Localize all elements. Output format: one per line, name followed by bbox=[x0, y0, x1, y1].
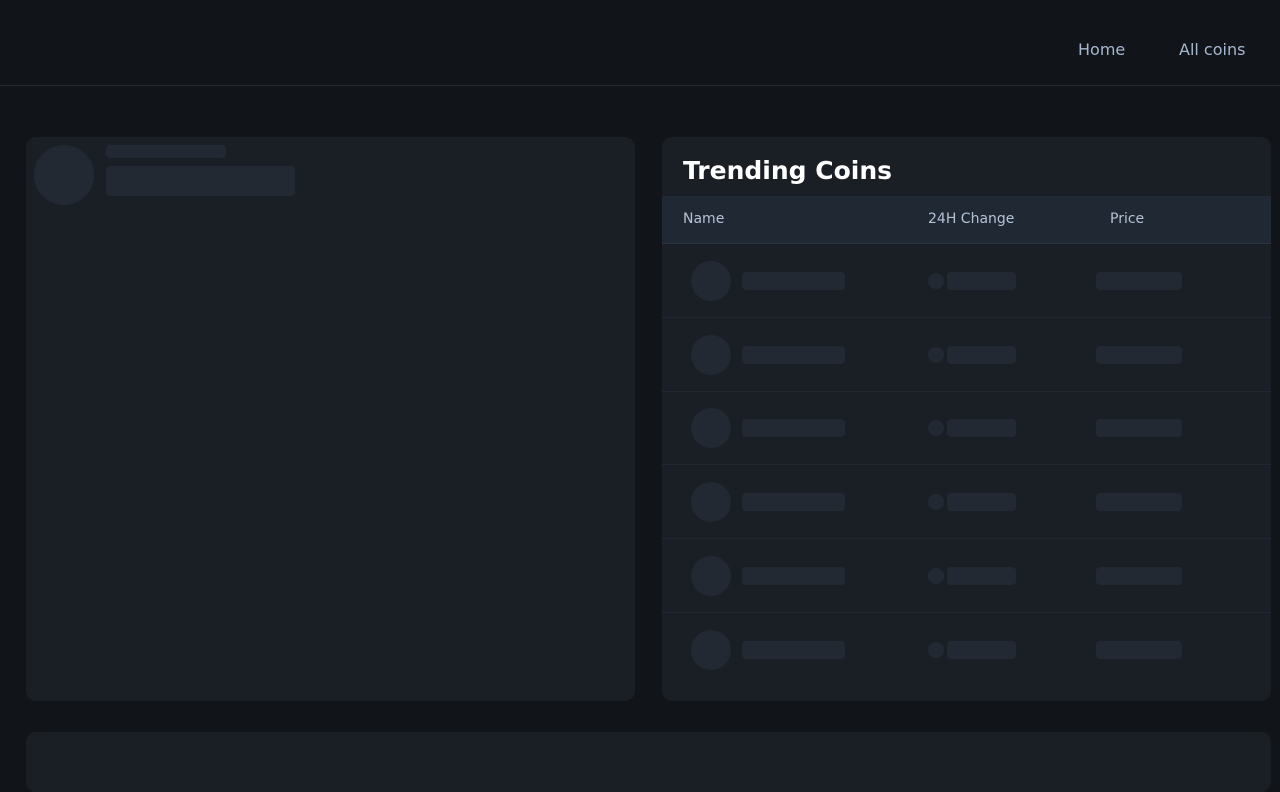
coin-icon-skeleton bbox=[691, 482, 731, 523]
subtitle-skeleton bbox=[106, 145, 226, 158]
trending-coins-title: Trending Coins bbox=[683, 156, 893, 185]
coin-detail-panel-loading bbox=[26, 137, 635, 701]
change-value-skeleton bbox=[947, 493, 1016, 512]
coin-name-skeleton bbox=[742, 272, 845, 290]
price-skeleton bbox=[1096, 493, 1182, 512]
table-row[interactable] bbox=[662, 613, 1271, 687]
coin-icon-skeleton bbox=[691, 629, 731, 670]
coin-name-skeleton bbox=[742, 419, 845, 438]
table-row[interactable] bbox=[662, 465, 1271, 540]
title-skeleton bbox=[106, 166, 295, 196]
change-value-skeleton bbox=[947, 345, 1016, 364]
change-value-skeleton bbox=[947, 272, 1016, 290]
coin-icon-skeleton bbox=[691, 555, 731, 596]
table-row[interactable] bbox=[662, 391, 1271, 466]
change-indicator-skeleton bbox=[928, 567, 944, 584]
table-row[interactable] bbox=[662, 318, 1271, 392]
price-skeleton bbox=[1096, 272, 1182, 290]
change-value-skeleton bbox=[947, 419, 1016, 438]
change-indicator-skeleton bbox=[928, 273, 944, 289]
coin-icon-skeleton bbox=[691, 334, 731, 375]
bottom-panel bbox=[26, 732, 1271, 792]
change-value-skeleton bbox=[947, 566, 1016, 585]
column-header-price: Price bbox=[1110, 211, 1145, 227]
table-header: Name 24H Change Price bbox=[662, 196, 1271, 244]
column-header-24h-change: 24H Change bbox=[928, 211, 1015, 227]
avatar-skeleton bbox=[34, 145, 94, 205]
price-skeleton bbox=[1096, 640, 1182, 659]
change-value-skeleton bbox=[947, 640, 1016, 659]
change-indicator-skeleton bbox=[928, 420, 944, 437]
price-skeleton bbox=[1096, 419, 1182, 438]
change-indicator-skeleton bbox=[928, 346, 944, 363]
column-header-name: Name bbox=[683, 211, 725, 227]
price-skeleton bbox=[1096, 566, 1182, 585]
coin-name-skeleton bbox=[742, 640, 845, 659]
table-row[interactable] bbox=[662, 539, 1271, 613]
coin-name-skeleton bbox=[742, 566, 845, 585]
coin-icon-skeleton bbox=[691, 261, 731, 301]
price-skeleton bbox=[1096, 345, 1182, 364]
table-row[interactable] bbox=[662, 244, 1271, 318]
nav-home-link[interactable]: Home bbox=[1078, 40, 1125, 59]
change-indicator-skeleton bbox=[928, 641, 944, 658]
coin-name-skeleton bbox=[742, 493, 845, 512]
coin-icon-skeleton bbox=[691, 408, 731, 449]
change-indicator-skeleton bbox=[928, 494, 944, 511]
nav-all-coins-link[interactable]: All coins bbox=[1179, 40, 1245, 59]
coin-name-skeleton bbox=[742, 345, 845, 364]
trending-coins-card: Trending Coins Name 24H Change Price bbox=[662, 137, 1271, 701]
top-navigation-bar: Home All coins bbox=[0, 0, 1280, 86]
